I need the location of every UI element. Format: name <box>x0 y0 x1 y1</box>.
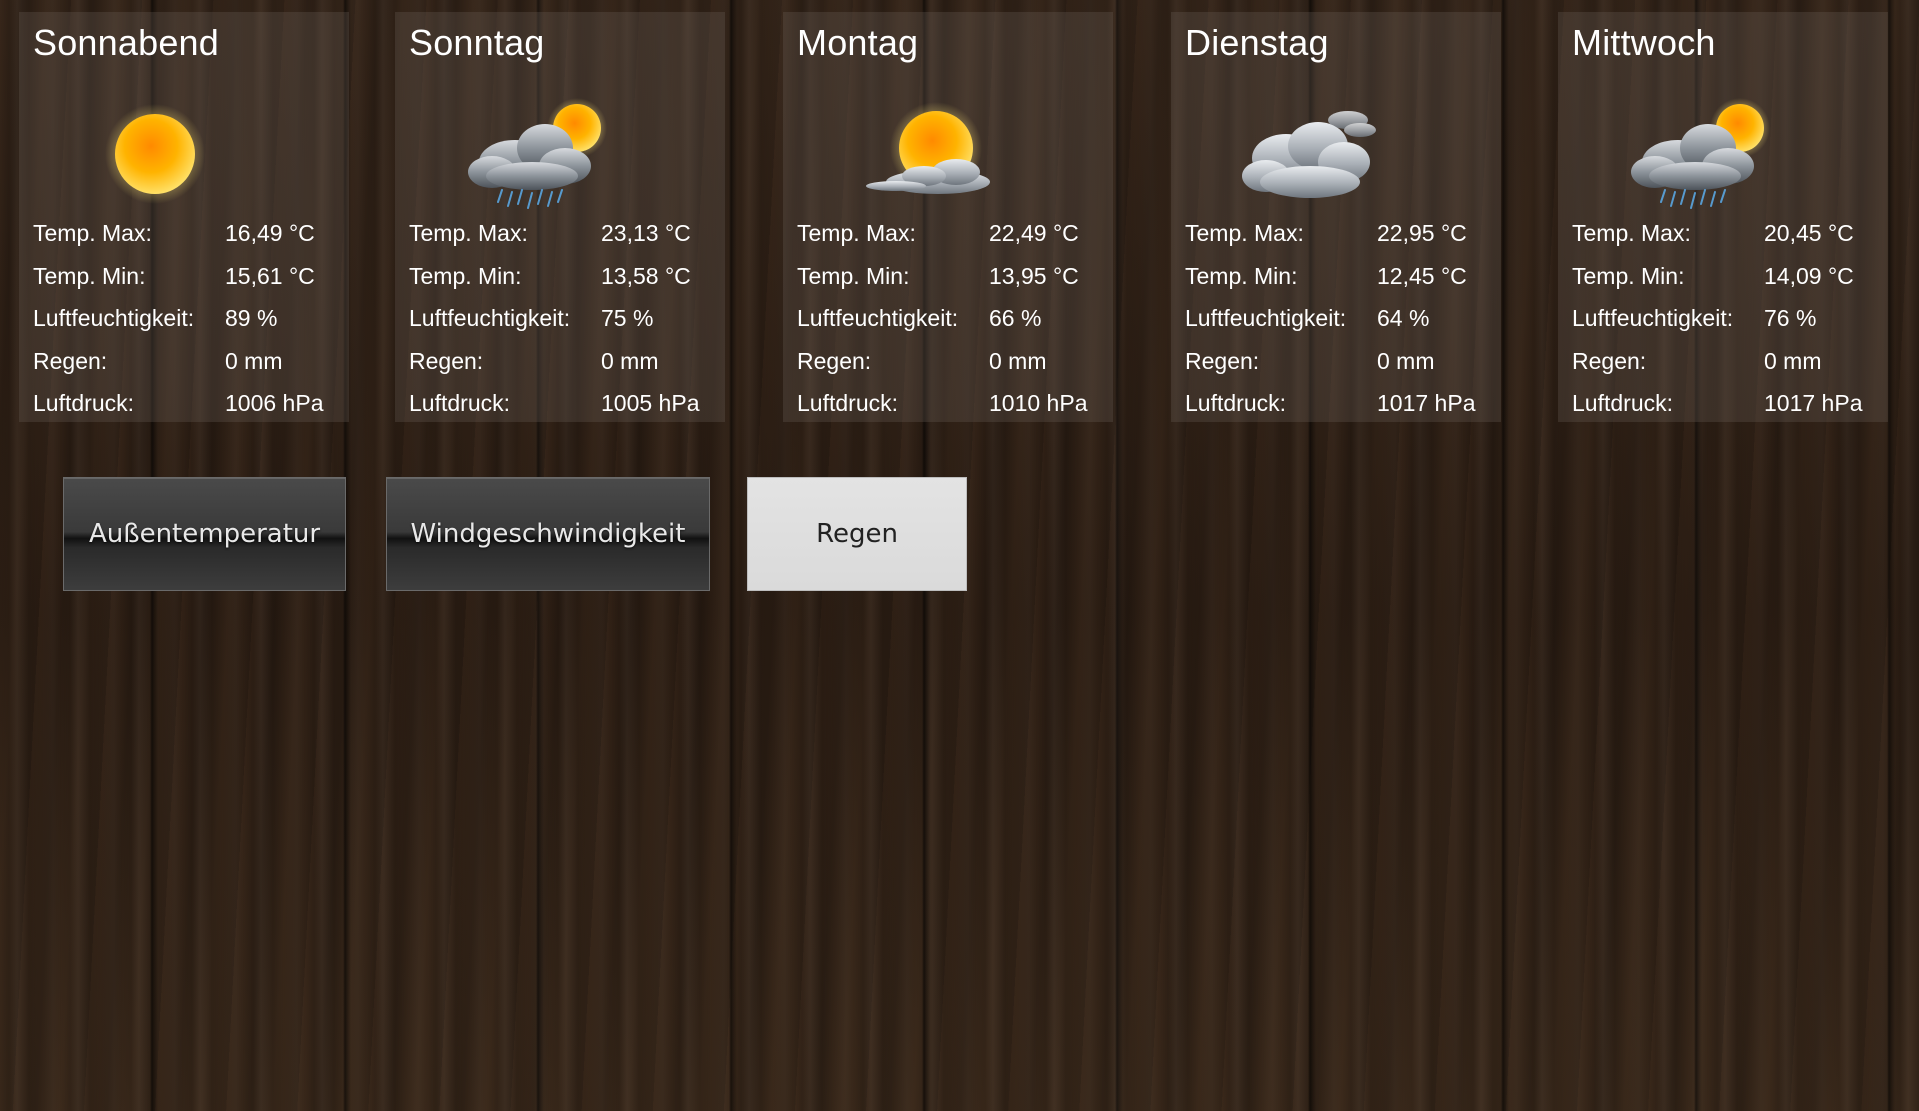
forecast-card-sonntag: Sonntag Temp. Max: 23,13 °C Temp. Min: 1… <box>395 12 725 422</box>
label-temp-min: Temp. Min: <box>409 262 522 289</box>
value-temp-max: 16,49 °C <box>225 220 315 246</box>
row-rain: Regen: 0 mm <box>1572 340 1882 383</box>
label-pressure: Luftdruck: <box>409 390 510 416</box>
row-temp-min: Temp. Min: 12,45 °C <box>1185 255 1495 298</box>
label-temp-max: Temp. Max: <box>797 220 916 246</box>
row-pressure: Luftdruck: 1017 hPa <box>1185 382 1495 425</box>
row-humidity: Luftfeuchtigkeit: 89 % <box>33 297 343 340</box>
label-pressure: Luftdruck: <box>1185 390 1286 416</box>
value-rain: 0 mm <box>225 347 283 374</box>
value-pressure: 1005 hPa <box>601 390 700 416</box>
row-temp-min: Temp. Min: 15,61 °C <box>33 255 343 298</box>
row-humidity: Luftfeuchtigkeit: 64 % <box>1185 297 1495 340</box>
row-pressure: Luftdruck: 1006 hPa <box>33 382 343 425</box>
row-temp-max: Temp. Max: 22,95 °C <box>1185 212 1495 255</box>
weather-details: Temp. Max: 20,45 °C Temp. Min: 14,09 °C … <box>1572 212 1882 425</box>
forecast-card-montag: Montag Temp. Max: 22,49 °C Temp. Min: 13… <box>783 12 1113 422</box>
label-humidity: Luftfeuchtigkeit: <box>797 305 959 331</box>
value-temp-max: 22,49 °C <box>989 220 1079 246</box>
label-temp-min: Temp. Min: <box>797 262 910 289</box>
value-temp-min: 13,95 °C <box>989 262 1079 289</box>
label-pressure: Luftdruck: <box>797 390 898 416</box>
value-pressure: 1017 hPa <box>1764 390 1863 416</box>
rain-cloud-sun-icon <box>450 90 630 220</box>
row-rain: Regen: 0 mm <box>409 340 719 383</box>
weather-details: Temp. Max: 22,95 °C Temp. Min: 12,45 °C … <box>1185 212 1495 425</box>
day-title: Dienstag <box>1185 22 1329 63</box>
outdoor-temperature-button[interactable]: Außentemperatur <box>63 477 346 591</box>
sun-icon <box>74 90 254 220</box>
value-humidity: 64 % <box>1377 305 1430 331</box>
row-temp-max: Temp. Max: 20,45 °C <box>1572 212 1882 255</box>
value-humidity: 76 % <box>1764 305 1817 331</box>
label-humidity: Luftfeuchtigkeit: <box>1185 305 1347 331</box>
value-humidity: 66 % <box>989 305 1042 331</box>
weather-details: Temp. Max: 23,13 °C Temp. Min: 13,58 °C … <box>409 212 719 425</box>
label-pressure: Luftdruck: <box>1572 390 1673 416</box>
value-temp-max: 20,45 °C <box>1764 220 1854 246</box>
row-pressure: Luftdruck: 1010 hPa <box>797 382 1107 425</box>
row-pressure: Luftdruck: 1005 hPa <box>409 382 719 425</box>
row-rain: Regen: 0 mm <box>797 340 1107 383</box>
row-temp-max: Temp. Max: 23,13 °C <box>409 212 719 255</box>
row-pressure: Luftdruck: 1017 hPa <box>1572 382 1882 425</box>
row-humidity: Luftfeuchtigkeit: 75 % <box>409 297 719 340</box>
label-temp-max: Temp. Max: <box>409 220 528 246</box>
row-temp-min: Temp. Min: 13,58 °C <box>409 255 719 298</box>
value-pressure: 1010 hPa <box>989 390 1088 416</box>
value-temp-min: 13,58 °C <box>601 262 691 289</box>
label-rain: Regen: <box>33 347 108 374</box>
sun-behind-cloud-icon <box>838 90 1018 220</box>
label-temp-min: Temp. Min: <box>33 262 146 289</box>
label-rain: Regen: <box>1572 347 1647 374</box>
weather-details: Temp. Max: 22,49 °C Temp. Min: 13,95 °C … <box>797 212 1107 425</box>
weather-details: Temp. Max: 16,49 °C Temp. Min: 15,61 °C … <box>33 212 343 425</box>
label-rain: Regen: <box>409 347 484 374</box>
row-temp-min: Temp. Min: 14,09 °C <box>1572 255 1882 298</box>
wind-speed-button[interactable]: Windgeschwindigkeit <box>386 477 710 591</box>
label-temp-min: Temp. Min: <box>1572 262 1685 289</box>
cloudy-icon <box>1226 90 1406 220</box>
row-temp-max: Temp. Max: 16,49 °C <box>33 212 343 255</box>
forecast-card-sonnabend: Sonnabend Temp. Max: 16,49 °C Temp. Min:… <box>19 12 349 422</box>
label-temp-min: Temp. Min: <box>1185 262 1298 289</box>
rain-button[interactable]: Regen <box>747 477 967 591</box>
label-humidity: Luftfeuchtigkeit: <box>1572 305 1734 331</box>
value-temp-min: 12,45 °C <box>1377 262 1467 289</box>
value-temp-max: 22,95 °C <box>1377 220 1467 246</box>
label-pressure: Luftdruck: <box>33 390 134 416</box>
forecast-card-dienstag: Dienstag Temp. Max: 22,95 °C Temp. Min: … <box>1171 12 1501 422</box>
label-temp-max: Temp. Max: <box>1572 220 1691 246</box>
label-rain: Regen: <box>797 347 872 374</box>
row-humidity: Luftfeuchtigkeit: 76 % <box>1572 297 1882 340</box>
day-title: Sonntag <box>409 22 545 63</box>
value-rain: 0 mm <box>601 347 659 374</box>
value-pressure: 1017 hPa <box>1377 390 1476 416</box>
row-rain: Regen: 0 mm <box>1185 340 1495 383</box>
day-title: Montag <box>797 22 919 63</box>
label-rain: Regen: <box>1185 347 1260 374</box>
label-humidity: Luftfeuchtigkeit: <box>409 305 571 331</box>
row-temp-min: Temp. Min: 13,95 °C <box>797 255 1107 298</box>
value-rain: 0 mm <box>1377 347 1435 374</box>
value-temp-min: 14,09 °C <box>1764 262 1854 289</box>
forecast-card-mittwoch: Mittwoch Temp. Max: 20,45 °C Temp. Min: … <box>1558 12 1888 422</box>
row-temp-max: Temp. Max: 22,49 °C <box>797 212 1107 255</box>
rain-cloud-sun-icon <box>1613 90 1793 220</box>
value-rain: 0 mm <box>1764 347 1822 374</box>
value-humidity: 89 % <box>225 305 278 331</box>
value-humidity: 75 % <box>601 305 654 331</box>
value-temp-max: 23,13 °C <box>601 220 691 246</box>
value-pressure: 1006 hPa <box>225 390 324 416</box>
day-title: Mittwoch <box>1572 22 1716 63</box>
value-rain: 0 mm <box>989 347 1047 374</box>
label-temp-max: Temp. Max: <box>33 220 152 246</box>
day-title: Sonnabend <box>33 22 219 63</box>
row-rain: Regen: 0 mm <box>33 340 343 383</box>
value-temp-min: 15,61 °C <box>225 262 315 289</box>
row-humidity: Luftfeuchtigkeit: 66 % <box>797 297 1107 340</box>
label-humidity: Luftfeuchtigkeit: <box>33 305 195 331</box>
label-temp-max: Temp. Max: <box>1185 220 1304 246</box>
